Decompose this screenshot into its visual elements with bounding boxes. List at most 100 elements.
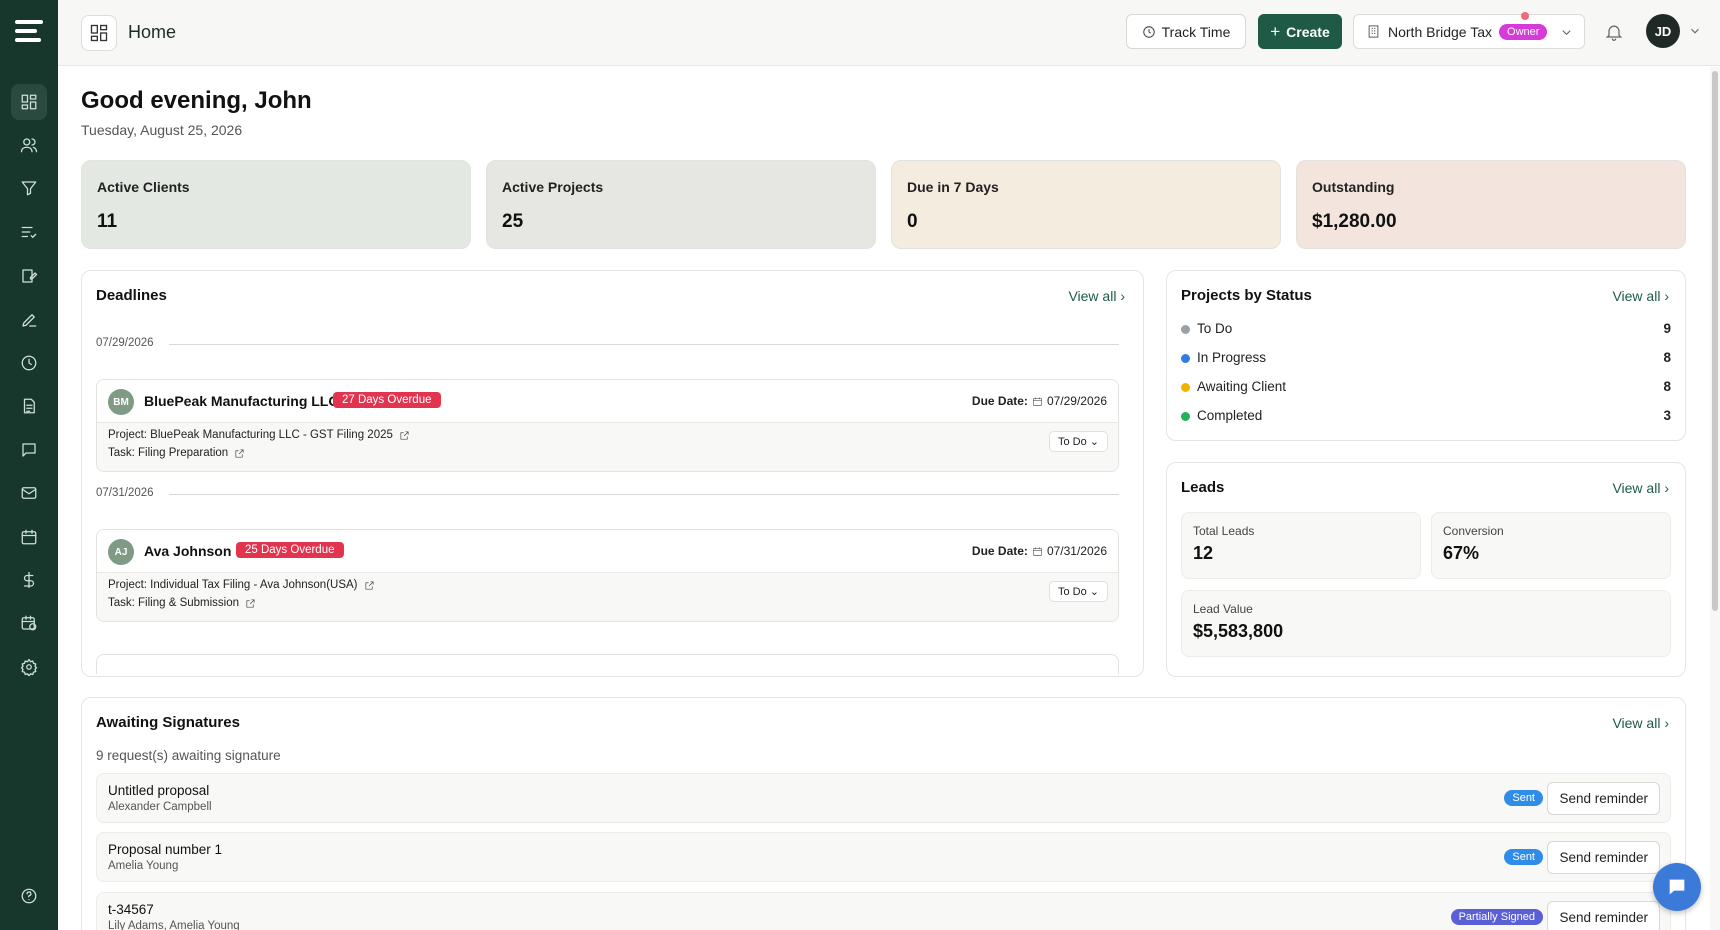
deadline-item <box>96 654 1119 674</box>
dashboard-icon[interactable] <box>11 84 47 120</box>
awaiting-signatures-title: Awaiting Signatures <box>96 714 240 731</box>
external-link-icon <box>400 430 409 440</box>
chevron-down-icon: ⌄ <box>1089 586 1099 598</box>
send-reminder-button[interactable]: Send reminder <box>1547 901 1660 930</box>
client-name[interactable]: Ava Johnson <box>144 543 231 559</box>
pen-icon[interactable] <box>11 302 47 338</box>
status-badge: Sent <box>1504 849 1543 865</box>
chevron-down-icon[interactable] <box>1688 24 1702 38</box>
projects-by-status-card: Projects by Status View all › To Do 9 In … <box>1166 270 1686 441</box>
stat-value: $1,280.00 <box>1312 211 1397 232</box>
chat-icon <box>1669 879 1685 895</box>
track-time-button[interactable]: Track Time <box>1126 14 1246 49</box>
home-menu-button[interactable] <box>81 15 117 51</box>
current-date: Tuesday, August 25, 2026 <box>81 122 243 138</box>
billing-icon[interactable] <box>11 562 47 598</box>
external-link-icon <box>235 448 244 458</box>
bell-icon <box>1605 25 1623 41</box>
sidebar <box>0 0 58 930</box>
status-dropdown[interactable]: To Do ⌄ <box>1048 581 1108 602</box>
notification-dot <box>1521 12 1529 20</box>
status-badge: Partially Signed <box>1450 909 1543 925</box>
stat-card-due-in-7-days[interactable]: Due in 7 Days 0 <box>891 160 1281 249</box>
client-name[interactable]: BluePeak Manufacturing LLC <box>144 393 338 409</box>
scrollbar[interactable] <box>1710 67 1720 930</box>
chevron-right-icon: › <box>1120 288 1125 304</box>
stat-label: Outstanding <box>1312 179 1395 195</box>
notifications-button[interactable] <box>1604 22 1624 47</box>
filter-icon[interactable] <box>11 170 47 206</box>
leads-card: Leads View all › Total Leads 12 Conversi… <box>1166 462 1686 677</box>
deadline-item[interactable]: AJ Ava Johnson 25 Days Overdue Due Date:… <box>96 529 1119 622</box>
task-link[interactable]: Task: Filing Preparation <box>108 447 245 459</box>
signature-request-row[interactable]: Untitled proposal Alexander Campbell Sen… <box>96 773 1671 823</box>
user-avatar[interactable]: JD <box>1646 14 1680 48</box>
signatures-summary: 9 request(s) awaiting signature <box>96 748 281 763</box>
deadline-item[interactable]: BM BluePeak Manufacturing LLC 27 Days Ov… <box>96 379 1119 472</box>
settings-icon[interactable] <box>11 649 47 685</box>
messages-icon[interactable] <box>11 432 47 468</box>
signer-names: Alexander Campbell <box>108 801 212 813</box>
status-dropdown[interactable]: To Do ⌄ <box>1048 431 1108 452</box>
clients-icon[interactable] <box>11 127 47 163</box>
main-content: Good evening, John Tuesday, August 25, 2… <box>58 67 1710 930</box>
send-reminder-button[interactable]: Send reminder <box>1547 841 1660 874</box>
leads-view-all-link[interactable]: View all › <box>1612 480 1669 496</box>
stat-card-active-projects[interactable]: Active Projects 25 <box>486 160 876 249</box>
project-link[interactable]: Project: BluePeak Manufacturing LLC - GS… <box>108 429 410 441</box>
due-date: Due Date: 07/29/2026 <box>971 394 1107 408</box>
conversion-tile: Conversion 67% <box>1431 512 1671 579</box>
deadlines-card: Deadlines View all › 07/29/2026 BM BlueP… <box>81 270 1144 677</box>
create-button[interactable]: + Create <box>1258 14 1342 49</box>
leads-title: Leads <box>1181 479 1225 496</box>
signature-request-row[interactable]: Proposal number 1 Amelia Young Sent Send… <box>96 832 1671 882</box>
help-icon[interactable] <box>11 878 47 914</box>
document-name: t-34567 <box>108 902 154 917</box>
divider <box>169 344 1119 345</box>
signature-request-row[interactable]: t-34567 Lily Adams, Amelia Young Partial… <box>96 892 1671 930</box>
projects-view-all-link[interactable]: View all › <box>1612 288 1669 304</box>
status-row-completed[interactable]: Completed 3 <box>1181 408 1671 428</box>
overdue-badge: 25 Days Overdue <box>236 542 344 558</box>
stat-card-active-clients[interactable]: Active Clients 11 <box>81 160 471 249</box>
stat-value: 25 <box>502 211 524 232</box>
building-icon <box>1368 25 1379 38</box>
app-logo[interactable] <box>15 20 43 44</box>
send-reminder-button[interactable]: Send reminder <box>1547 782 1660 815</box>
greeting-title: Good evening, John <box>81 87 312 114</box>
status-dot <box>1181 382 1190 392</box>
organization-switcher[interactable]: North Bridge Tax Owner <box>1353 14 1585 49</box>
projects-by-status-title: Projects by Status <box>1181 287 1312 304</box>
deadlines-view-all-link[interactable]: View all › <box>1068 288 1125 304</box>
chat-support-button[interactable] <box>1653 863 1701 911</box>
calendar-icon[interactable] <box>11 519 47 555</box>
status-row-in-progress[interactable]: In Progress 8 <box>1181 350 1671 370</box>
status-row-to-do[interactable]: To Do 9 <box>1181 321 1671 341</box>
external-link-icon <box>246 598 255 608</box>
documents-icon[interactable] <box>11 388 47 424</box>
schedule-icon[interactable] <box>11 605 47 641</box>
deadline-group-date: 07/31/2026 <box>96 487 154 499</box>
task-link[interactable]: Task: Filing & Submission <box>108 597 256 609</box>
chevron-right-icon: › <box>1664 480 1669 496</box>
calendar-icon <box>1032 546 1042 556</box>
stat-card-outstanding[interactable]: Outstanding $1,280.00 <box>1296 160 1686 249</box>
role-badge: Owner <box>1499 23 1548 40</box>
stat-label: Active Clients <box>97 179 190 195</box>
signatures-view-all-link[interactable]: View all › <box>1612 715 1669 731</box>
overdue-badge: 27 Days Overdue <box>333 392 441 408</box>
status-row-awaiting-client[interactable]: Awaiting Client 8 <box>1181 379 1671 399</box>
mail-icon[interactable] <box>11 475 47 511</box>
due-date: Due Date: 07/31/2026 <box>971 544 1107 558</box>
forms-icon[interactable] <box>11 258 47 294</box>
chevron-down-icon: ⌄ <box>1089 436 1099 448</box>
client-avatar: AJ <box>108 539 134 565</box>
project-link[interactable]: Project: Individual Tax Filing - Ava Joh… <box>108 579 375 591</box>
clock-icon[interactable] <box>11 345 47 381</box>
deadlines-title: Deadlines <box>96 287 167 304</box>
document-name: Proposal number 1 <box>108 842 223 857</box>
tasks-icon[interactable] <box>11 214 47 250</box>
chevron-down-icon <box>1562 30 1571 36</box>
status-dot <box>1181 411 1190 421</box>
stat-label: Due in 7 Days <box>907 179 999 195</box>
